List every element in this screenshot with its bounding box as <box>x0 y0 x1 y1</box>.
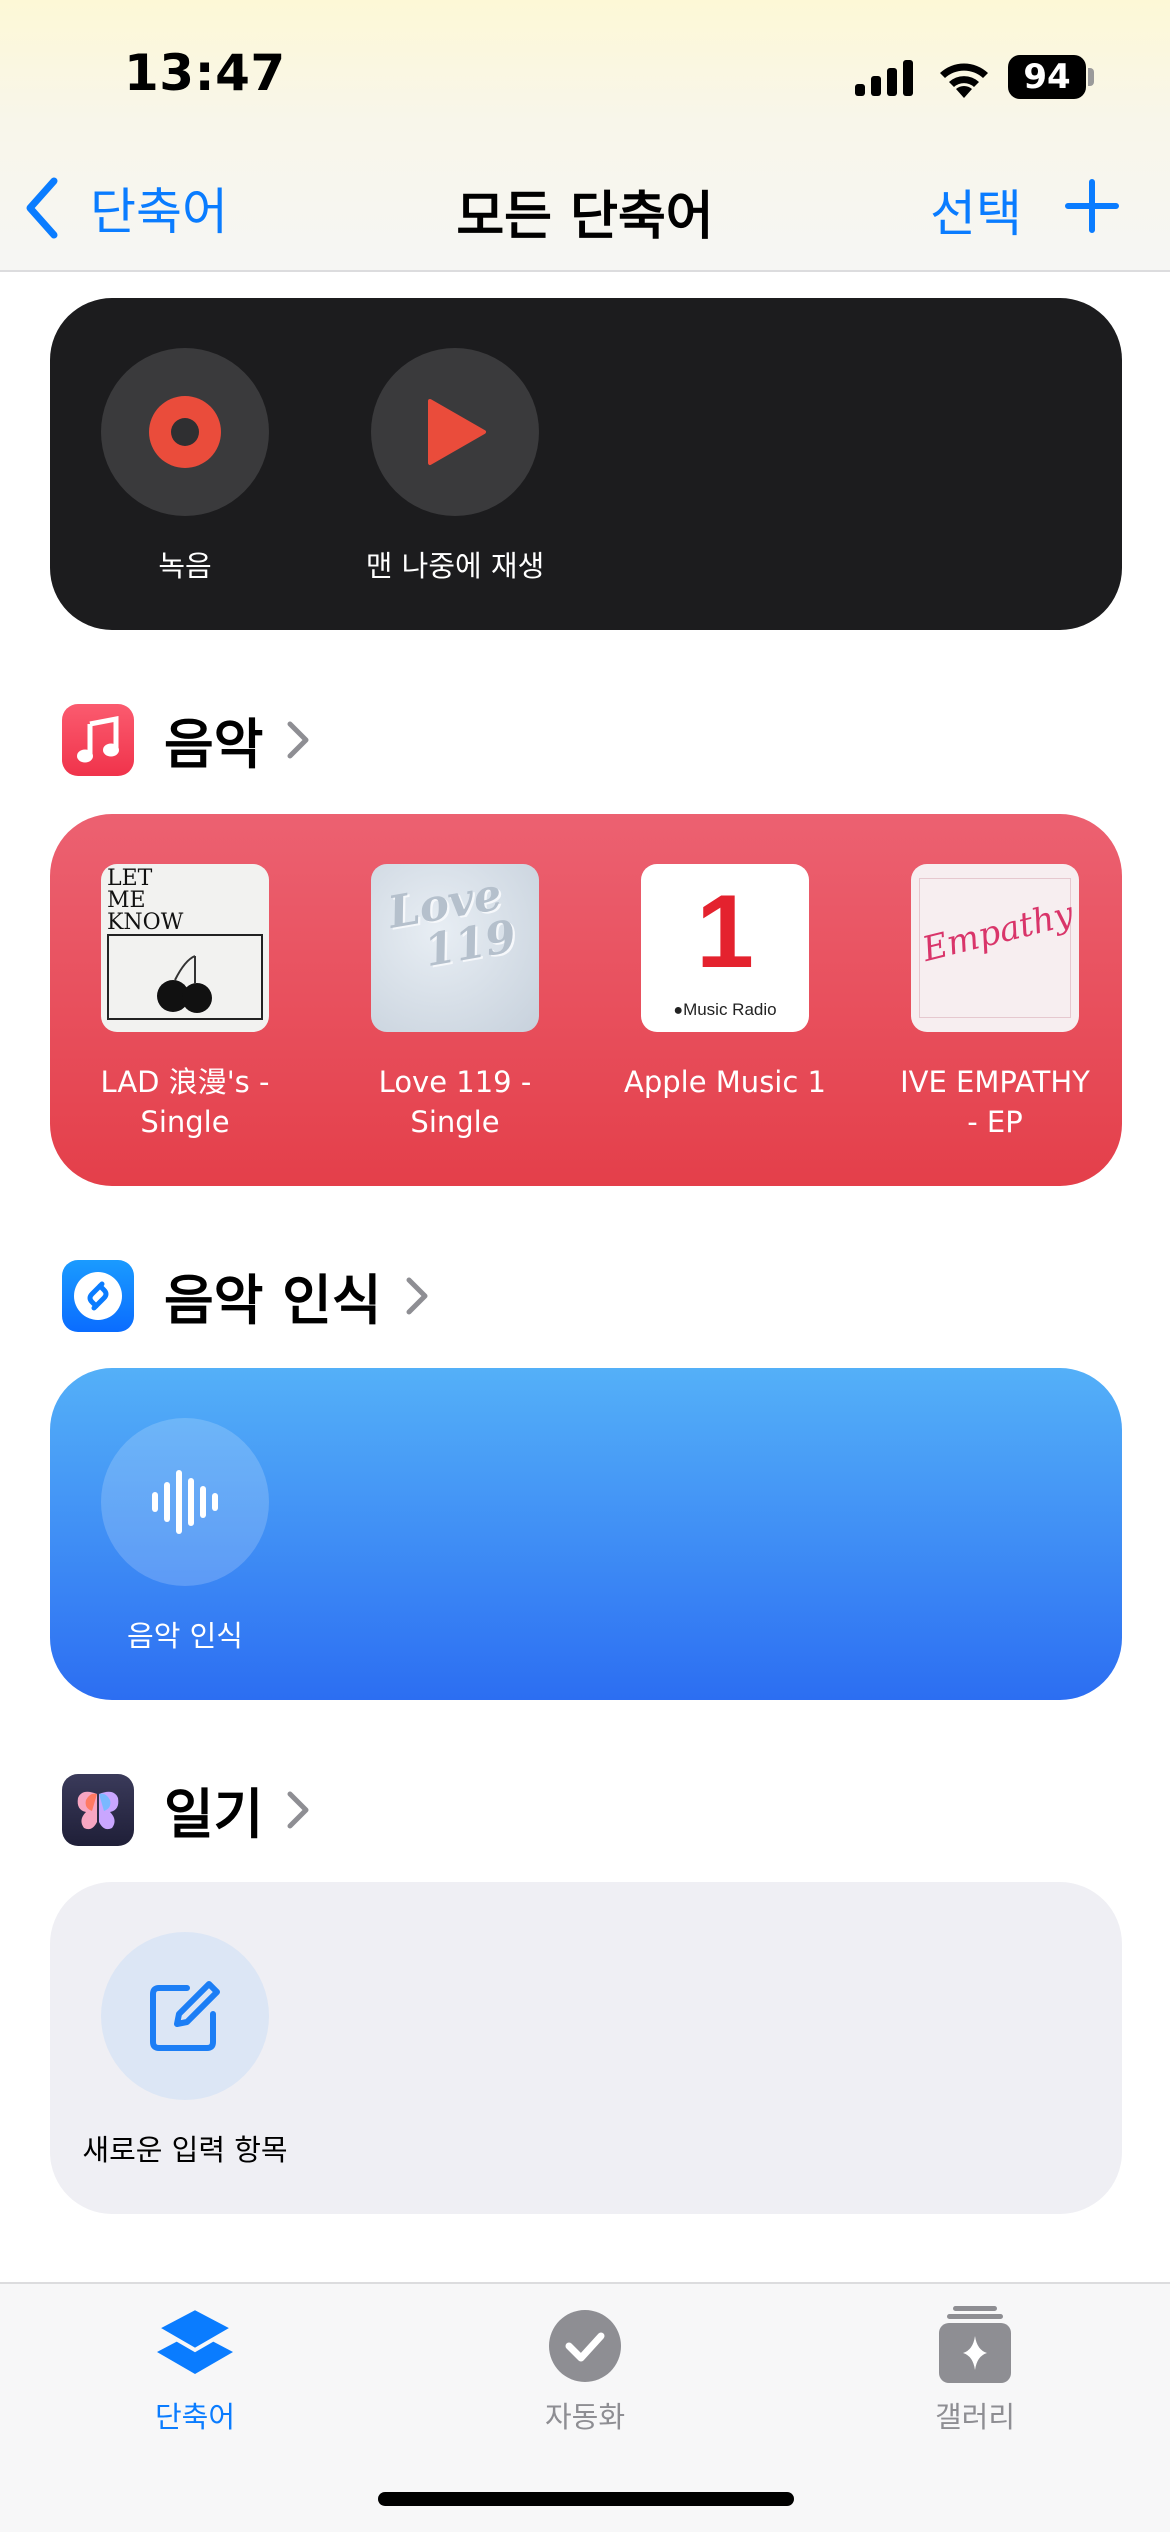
music-note-icon <box>77 715 119 762</box>
battery-nub <box>1088 68 1094 86</box>
art-number: 1 <box>696 874 754 990</box>
checkmark-circle-icon <box>549 2310 621 2382</box>
label-line: Single <box>410 1105 500 1139</box>
section-title: 음악 인식 <box>164 1269 382 1332</box>
label-line: Love 119 - <box>378 1065 532 1099</box>
shazam-section-header[interactable]: 음악 인식 <box>62 1256 430 1335</box>
shazam-logo-icon <box>74 1271 122 1320</box>
battery-icon: 94 <box>1008 55 1086 99</box>
new-entry-shortcut[interactable]: 새로운 입력 항목 <box>50 1932 320 2170</box>
shortcut-label: LAD 浪漫's - Single <box>50 1062 320 1142</box>
play-latest-shortcut[interactable]: 맨 나중에 재생 <box>320 348 590 586</box>
shazam-app-icon <box>62 1259 134 1332</box>
cellular-signal-icon <box>855 60 913 96</box>
gallery-sparkle-icon <box>939 2306 1011 2383</box>
cherries-icon <box>157 955 212 1013</box>
label-line: Single <box>140 1105 230 1139</box>
butterfly-icon <box>77 1791 119 1829</box>
recognize-music-shortcut[interactable]: 음악 인식 <box>50 1418 320 1656</box>
music-shortcut-ive-empathy[interactable]: Empathy IVE EMPATHY - EP <box>860 864 1130 1142</box>
album-art-apple-music-1: 1 ●Music Radio <box>641 864 809 1032</box>
tab-label: 자동화 <box>544 2400 626 2434</box>
apple-logo-icon: ● <box>673 1002 684 1019</box>
select-button[interactable]: 선택 <box>930 174 1022 246</box>
shortcut-label: 음악 인식 <box>127 1619 243 1653</box>
album-art-ive-empathy: Empathy <box>911 864 1079 1032</box>
tab-automation[interactable]: 자동화 <box>485 2302 685 2436</box>
record-shortcut[interactable]: 녹음 <box>50 348 320 586</box>
art-text: LET <box>107 866 153 891</box>
add-shortcut-button[interactable] <box>1064 178 1120 234</box>
shortcut-label: 새로운 입력 항목 <box>82 2133 288 2167</box>
section-title: 음악 <box>164 713 264 776</box>
home-indicator[interactable] <box>378 2492 794 2506</box>
section-title: 일기 <box>164 1783 264 1846</box>
shortcut-label: Love 119 - Single <box>320 1062 590 1142</box>
journal-section-header[interactable]: 일기 <box>62 1770 311 1849</box>
chevron-right-icon <box>287 721 309 758</box>
art-text: ME <box>107 888 146 913</box>
music-app-icon <box>62 703 134 776</box>
music-section-header[interactable]: 음악 <box>62 700 311 779</box>
music-card: LET ME KNOW LAD 浪漫's - Single Love 119 L… <box>50 814 1122 1186</box>
chevron-right-icon <box>287 1791 309 1828</box>
music-shortcut-love119[interactable]: Love 119 Love 119 - Single <box>320 864 590 1142</box>
shortcut-label: 녹음 <box>158 549 212 583</box>
label-line: Apple Music 1 <box>624 1065 826 1099</box>
tab-gallery[interactable]: 갤러리 <box>875 2302 1075 2436</box>
compose-icon <box>150 1981 220 2051</box>
art-caption-text: Music Radio <box>683 1000 777 1019</box>
label-line: - EP <box>967 1105 1023 1139</box>
music-shortcut-apple-music-1[interactable]: 1 ●Music Radio Apple Music 1 <box>590 864 860 1102</box>
play-icon <box>428 399 486 465</box>
chevron-right-icon <box>406 1277 428 1314</box>
art-text: 119 <box>420 910 521 978</box>
wifi-icon <box>940 63 988 98</box>
art-caption: ●Music Radio <box>641 1000 809 1020</box>
album-art-love119: Love 119 <box>371 864 539 1032</box>
tab-label: 단축어 <box>154 2400 236 2434</box>
tab-label: 갤러리 <box>934 2400 1016 2434</box>
shortcut-label: IVE EMPATHY - EP <box>860 1062 1130 1142</box>
status-time: 13:47 <box>124 44 286 102</box>
shortcuts-stack-icon <box>152 2305 238 2374</box>
label-line: LAD 浪漫's - <box>100 1065 270 1099</box>
shortcut-label: 맨 나중에 재생 <box>365 549 545 583</box>
label-line: IVE EMPATHY <box>900 1065 1090 1099</box>
voice-memos-card: 녹음 맨 나중에 재생 <box>50 298 1122 630</box>
journal-app-icon <box>62 1773 134 1846</box>
journal-card: 새로운 입력 항목 <box>50 1882 1122 2214</box>
tab-shortcuts[interactable]: 단축어 <box>95 2302 295 2436</box>
waveform-icon <box>152 1470 218 1534</box>
music-shortcut-lad[interactable]: LET ME KNOW LAD 浪漫's - Single <box>50 864 320 1142</box>
record-icon <box>149 396 221 468</box>
album-art-lad: LET ME KNOW <box>101 864 269 1032</box>
shazam-card: 음악 인식 <box>50 1368 1122 1700</box>
art-text: KNOW <box>107 910 184 935</box>
shortcut-label: Apple Music 1 <box>590 1062 860 1102</box>
